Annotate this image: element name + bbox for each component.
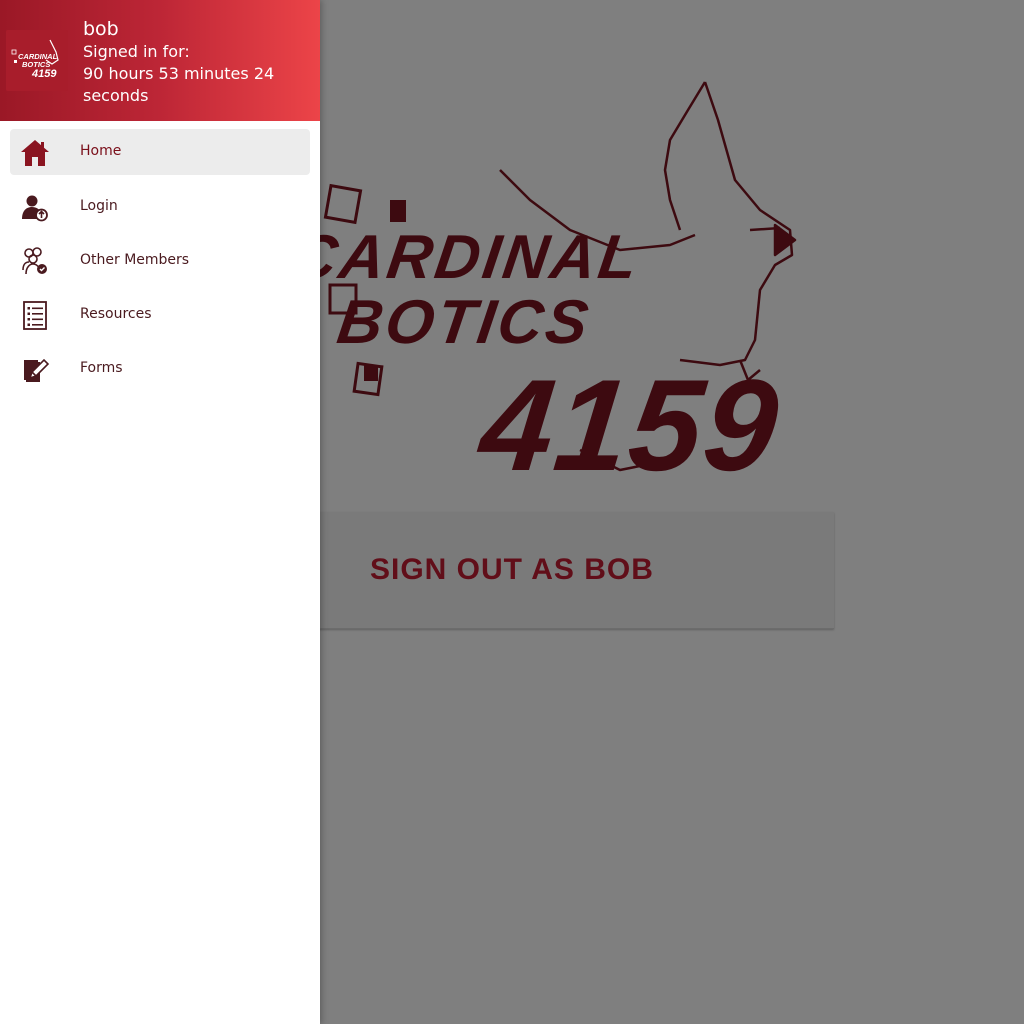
nav-item-label: Login: [80, 198, 118, 214]
signed-in-duration: 90 hours 53 minutes 24 seconds: [83, 64, 275, 105]
nav-item-resources[interactable]: Resources: [10, 292, 310, 338]
nav-item-label: Other Members: [80, 252, 190, 268]
forms-icon: [18, 352, 52, 386]
nav-item-label: Home: [80, 143, 122, 159]
members-icon: [18, 244, 52, 278]
nav-item-forms[interactable]: Forms: [10, 346, 310, 392]
avatar: CARDINAL BOTICS 4159: [6, 30, 68, 91]
nav-item-home[interactable]: Home: [10, 129, 310, 175]
user-name: bob: [83, 18, 119, 40]
drawer-header: CARDINAL BOTICS 4159 bob Signed in for: …: [0, 0, 320, 121]
avatar-logo-number: 4159: [31, 68, 57, 80]
home-icon: [18, 135, 52, 169]
nav-item-other-members[interactable]: Other Members: [10, 238, 310, 284]
nav-item-label: Resources: [80, 306, 152, 322]
signed-in-label: Signed in for:: [83, 42, 190, 61]
resources-icon: [18, 298, 52, 332]
login-icon: [18, 190, 52, 224]
nav-item-login[interactable]: Login: [10, 184, 310, 230]
nav-item-label: Forms: [80, 360, 123, 376]
navigation-drawer: CARDINAL BOTICS 4159 bob Signed in for: …: [0, 0, 320, 1024]
